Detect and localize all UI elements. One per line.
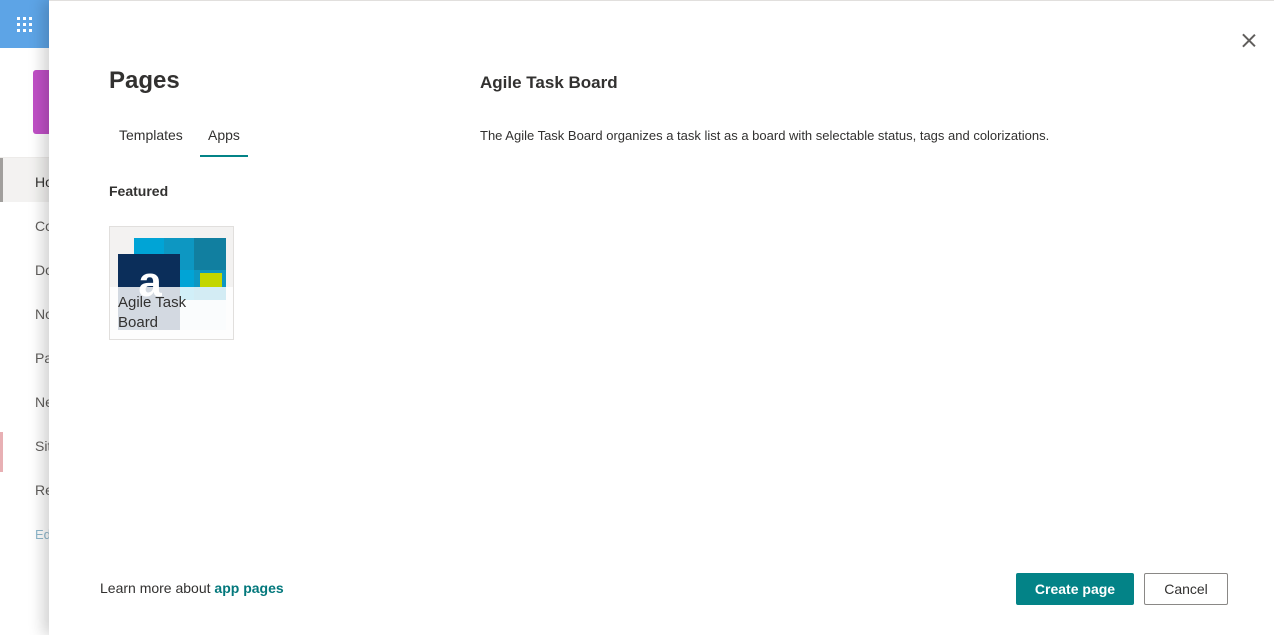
- tab-apps-label: Apps: [208, 127, 240, 143]
- detail-description: The Agile Task Board organizes a task li…: [480, 128, 1050, 143]
- close-button[interactable]: [1238, 29, 1260, 51]
- learn-more-prefix: Learn more about: [100, 580, 211, 596]
- app-launcher-button[interactable]: [0, 0, 48, 48]
- create-page-button[interactable]: Create page: [1016, 573, 1134, 605]
- panel-title: Pages: [109, 67, 180, 94]
- page-edge-accent: [0, 432, 3, 472]
- tab-selected-indicator: [200, 155, 248, 157]
- new-page-panel: Pages Templates Apps Featured a Agile Ta…: [49, 0, 1274, 635]
- tab-templates-label: Templates: [119, 127, 183, 143]
- close-icon: [1242, 33, 1256, 47]
- app-card-agile-task-board[interactable]: a Agile Task Board: [109, 226, 234, 340]
- tab-apps[interactable]: Apps: [198, 119, 250, 157]
- waffle-icon: [16, 16, 32, 32]
- detail-title: Agile Task Board: [480, 73, 618, 92]
- app-card-name: Agile Task Board: [118, 294, 187, 331]
- nav-selected-indicator: [0, 158, 3, 202]
- featured-heading: Featured: [109, 183, 169, 199]
- app-pages-link[interactable]: app pages: [214, 580, 283, 596]
- learn-more-text: Learn more about app pages: [100, 580, 284, 596]
- cancel-button[interactable]: Cancel: [1144, 573, 1228, 605]
- page: Ho Co Do No Pa Ne Sit Re Ed Pages Templa…: [0, 0, 1274, 635]
- tab-templates[interactable]: Templates: [109, 119, 193, 157]
